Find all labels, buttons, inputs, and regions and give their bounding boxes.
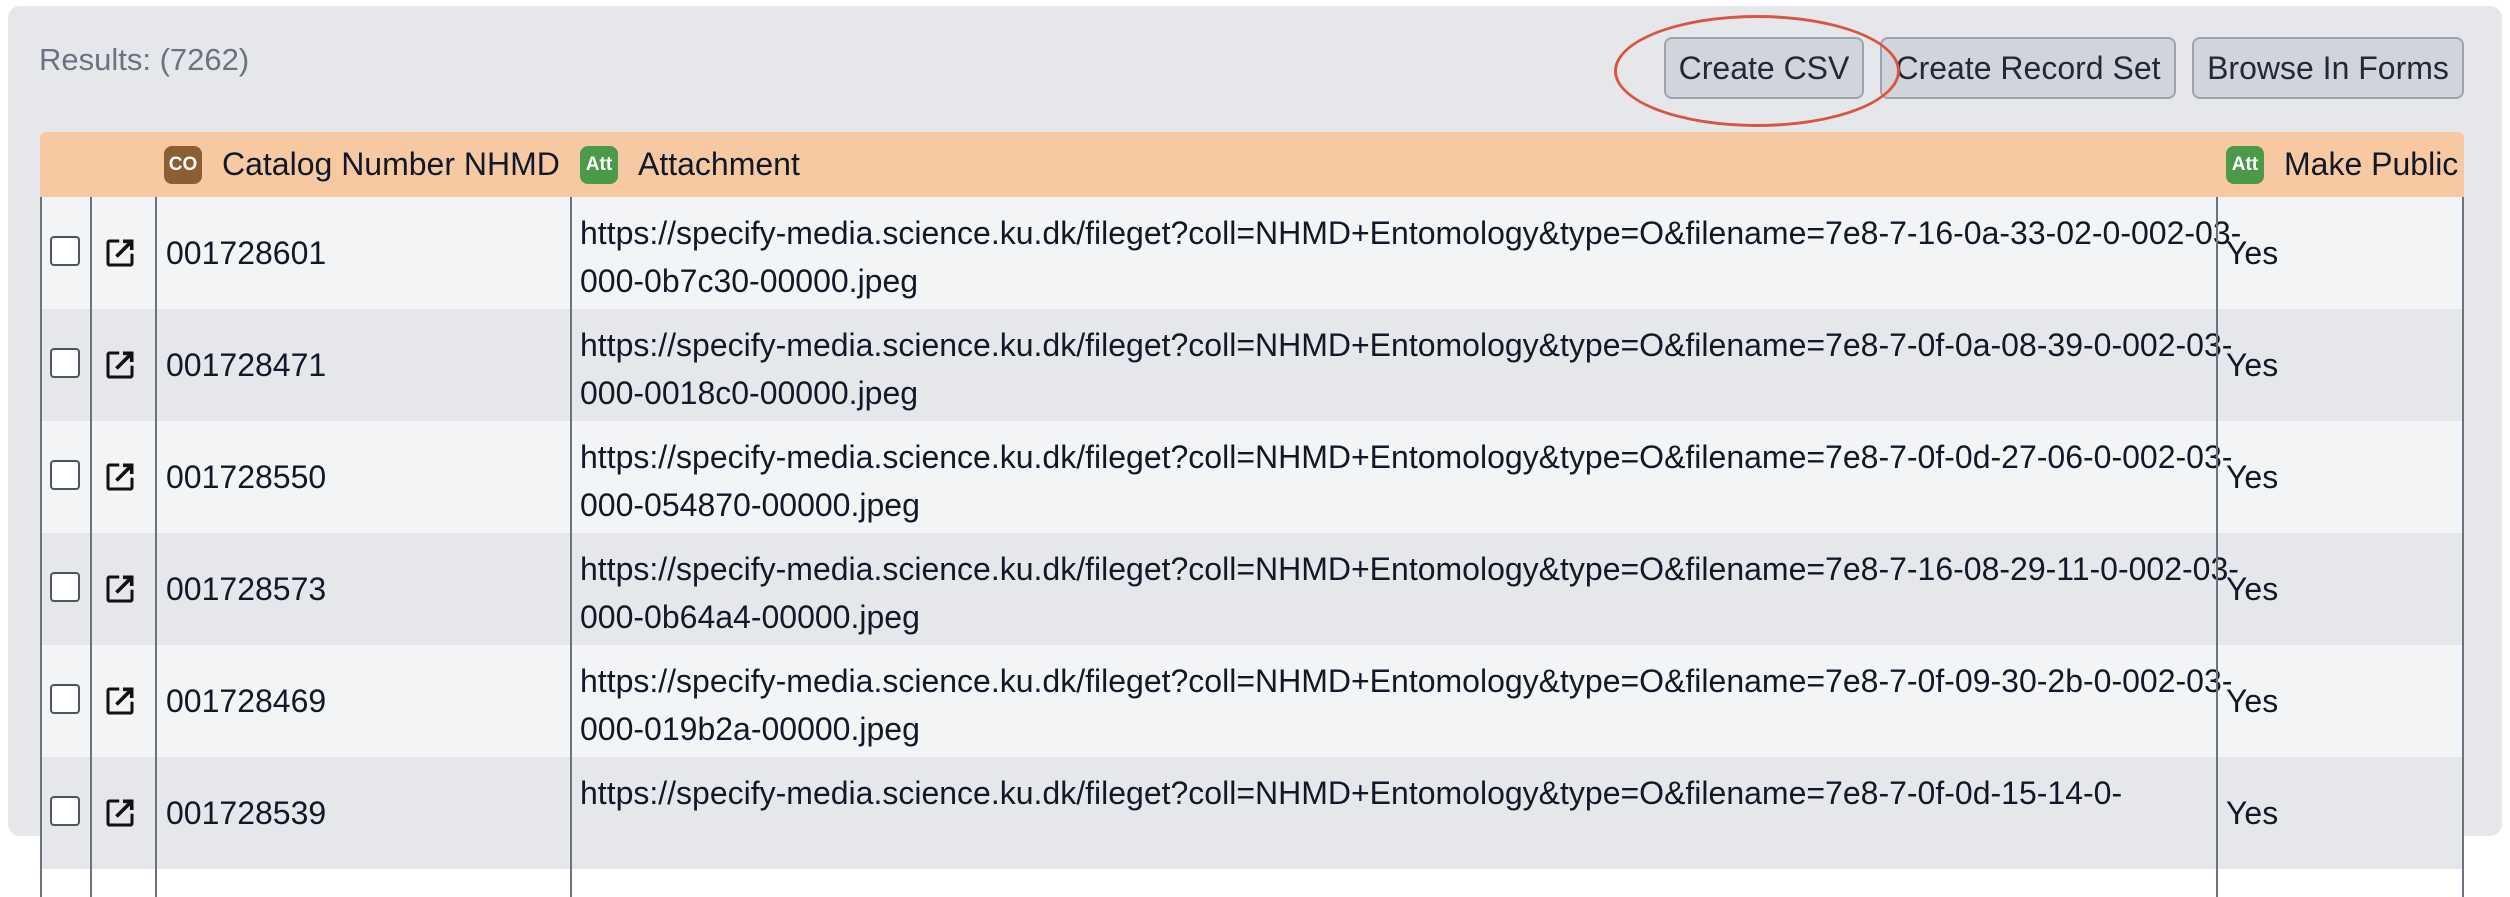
column-header-attachment[interactable]: Att Attachment <box>580 132 800 197</box>
row-select-checkbox[interactable] <box>50 796 80 826</box>
open-record-icon[interactable] <box>102 795 138 831</box>
row-select-checkbox[interactable] <box>50 572 80 602</box>
column-header-catalog-number[interactable]: CO Catalog Number NHMD <box>164 132 560 197</box>
column-divider <box>40 197 42 897</box>
table-row[interactable]: 001728539 https://specify-media.science.k… <box>40 757 2464 869</box>
column-header-make-public[interactable]: Att Make Public <box>2226 132 2458 197</box>
row-select-checkbox[interactable] <box>50 684 80 714</box>
column-divider <box>570 197 572 897</box>
make-public-cell: Yes <box>2226 570 2279 607</box>
column-divider <box>155 197 157 897</box>
attachment-url-cell: https://specify-media.science.ku.dk/file… <box>580 775 2123 811</box>
open-record-icon[interactable] <box>102 683 138 719</box>
column-divider <box>2216 197 2218 897</box>
make-public-cell: Yes <box>2226 458 2279 495</box>
column-divider <box>90 197 92 897</box>
attachment-url-cell: https://specify-media.science.ku.dk/file… <box>580 663 2233 747</box>
table-row[interactable]: 001728573 https://specify-media.science.k… <box>40 533 2464 645</box>
create-record-set-button[interactable]: Create Record Set <box>1880 37 2176 99</box>
table-row[interactable]: 001728550 https://specify-media.science.k… <box>40 421 2464 533</box>
row-select-checkbox[interactable] <box>50 348 80 378</box>
catalog-number-cell: 001728601 <box>166 234 327 271</box>
row-select-checkbox[interactable] <box>50 236 80 266</box>
table-row[interactable]: 001728469 https://specify-media.science.k… <box>40 645 2464 757</box>
make-public-cell: Yes <box>2226 682 2279 719</box>
make-public-cell: Yes <box>2226 794 2279 831</box>
column-label: Catalog Number NHMD <box>222 146 560 182</box>
catalog-number-cell: 001728469 <box>166 682 327 719</box>
column-label: Make Public <box>2284 146 2459 182</box>
catalog-number-cell: 001728539 <box>166 794 327 831</box>
results-table: CO Catalog Number NHMD Att Attachment At… <box>40 132 2464 897</box>
open-record-icon[interactable] <box>102 235 138 271</box>
collection-object-icon: CO <box>164 145 202 184</box>
open-record-icon[interactable] <box>102 571 138 607</box>
open-record-icon[interactable] <box>102 459 138 495</box>
table-header: CO Catalog Number NHMD Att Attachment At… <box>40 132 2464 197</box>
column-label: Attachment <box>638 146 800 182</box>
catalog-number-cell: 001728573 <box>166 570 327 607</box>
attachment-icon: Att <box>2226 145 2264 184</box>
create-csv-button[interactable]: Create CSV <box>1664 37 1864 99</box>
attachment-url-cell: https://specify-media.science.ku.dk/file… <box>580 439 2233 523</box>
table-row[interactable]: 001728471 https://specify-media.science.k… <box>40 309 2464 421</box>
open-record-icon[interactable] <box>102 347 138 383</box>
make-public-cell: Yes <box>2226 346 2279 383</box>
attachment-icon: Att <box>580 145 618 184</box>
browse-in-forms-button[interactable]: Browse In Forms <box>2192 37 2464 99</box>
column-divider <box>2462 197 2464 897</box>
make-public-cell: Yes <box>2226 234 2279 271</box>
attachment-url-cell: https://specify-media.science.ku.dk/file… <box>580 327 2233 411</box>
catalog-number-cell: 001728550 <box>166 458 327 495</box>
attachment-url-cell: https://specify-media.science.ku.dk/file… <box>580 215 2242 299</box>
row-select-checkbox[interactable] <box>50 460 80 490</box>
catalog-number-cell: 001728471 <box>166 346 327 383</box>
attachment-url-cell: https://specify-media.science.ku.dk/file… <box>580 551 2239 635</box>
table-row[interactable]: 001728601 https://specify-media.science.k… <box>40 197 2464 309</box>
results-count: Results: (7262) <box>39 42 250 77</box>
